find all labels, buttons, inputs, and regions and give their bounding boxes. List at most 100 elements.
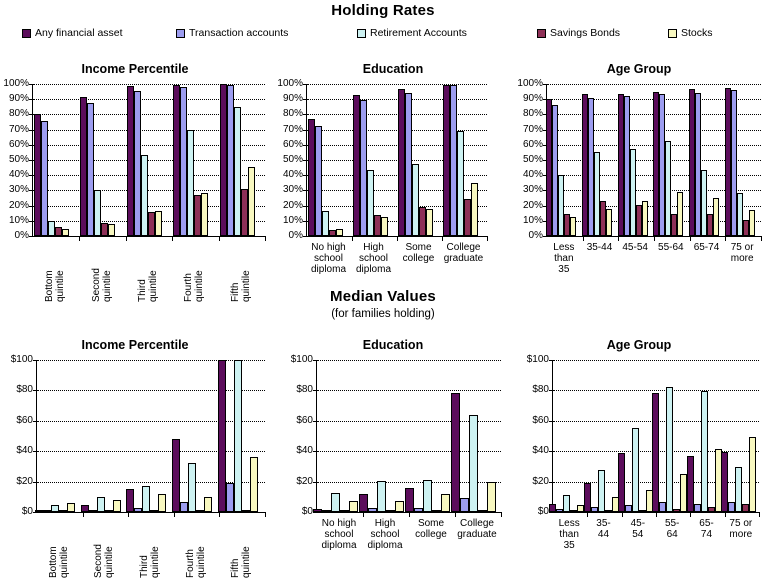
x-axis-tick-mark [172, 236, 174, 241]
bar [188, 463, 197, 512]
bar [373, 214, 381, 236]
y-axis-tick-label: $40 [296, 445, 313, 457]
bar [477, 510, 487, 512]
x-axis-tick-mark [654, 236, 655, 241]
bar [394, 501, 404, 512]
bar [366, 170, 374, 236]
y-tick-mark [303, 220, 307, 222]
y-tick-mark [543, 236, 547, 237]
y-axis-tick-label: $0 [301, 506, 313, 517]
x-axis-category-label: 55- 64 [664, 518, 680, 540]
y-tick-mark [303, 84, 307, 85]
bar [404, 92, 412, 236]
bar [225, 482, 234, 512]
bar [359, 100, 367, 236]
y-axis-tick-label: 10% [282, 214, 303, 226]
bar [87, 103, 95, 236]
bar [556, 508, 564, 512]
bar [486, 481, 496, 512]
chart-holding-rates-income-percentile: Income Percentile 0% 10% 20% 30% 40% 50% 60% 70%… [0, 62, 270, 302]
median-values-subtitle: (for families holding) [331, 308, 435, 320]
bar [233, 106, 241, 236]
chart-title: Income Percentile [81, 338, 189, 352]
y-tick-mark [543, 84, 547, 85]
x-axis-category-label: Second quintile [93, 544, 116, 578]
bar [94, 190, 102, 236]
bar [712, 197, 719, 236]
y-axis-tick-label: 20% [8, 199, 29, 211]
bar [142, 485, 151, 512]
bar [35, 510, 44, 512]
y-axis-tick-label: $80 [16, 384, 33, 396]
x-axis-tick-mark [618, 236, 620, 241]
bar [450, 393, 460, 512]
y-tick-mark [33, 481, 37, 483]
bar [180, 86, 188, 236]
legend-item-2: Retirement Accounts [357, 28, 467, 39]
bar [741, 504, 749, 512]
bar [112, 499, 121, 512]
y-tick-mark [549, 420, 553, 422]
x-axis-category-label: 75 or more [730, 242, 754, 264]
bar [204, 496, 213, 512]
x-axis-category-label: Bottom quintile [47, 546, 70, 578]
x-axis-end-tick-mark [265, 512, 266, 517]
x-axis-category-label: Fourth quintile [184, 546, 207, 578]
bar [677, 191, 684, 236]
y-axis-tick-label: 80% [522, 108, 543, 120]
bar [59, 510, 68, 512]
y-tick-mark [303, 236, 307, 237]
chart-median-values-income-percentile: Income Percentile $0 $20 $40 $60 $80 $100 Botto… [0, 338, 270, 578]
y-axis-tick-label: 50% [8, 154, 29, 165]
bar [172, 438, 181, 512]
bar [659, 502, 667, 512]
plot-area: $0 $20 $40 $60 $80 $100 [527, 355, 760, 517]
bar [597, 469, 605, 512]
bar [307, 118, 315, 236]
y-tick-mark [29, 160, 33, 161]
y-tick-mark [313, 360, 317, 361]
holding-rates-title: Holding Rates [331, 2, 435, 19]
bar [570, 216, 577, 236]
y-axis-tick-label: $100 [526, 354, 549, 365]
y-axis-tick-label: $80 [296, 384, 313, 396]
x-axis-end-tick-mark [487, 236, 488, 241]
y-tick-mark [303, 175, 307, 177]
y-axis-tick-label: 70% [8, 123, 29, 135]
x-axis-tick-mark [455, 512, 456, 517]
bar [96, 496, 105, 512]
bar [734, 466, 742, 512]
bar [134, 508, 143, 512]
bar [147, 212, 155, 236]
x-axis-tick-mark [219, 512, 221, 517]
y-tick-mark [313, 390, 317, 392]
y-axis-tick-label: 70% [282, 123, 303, 135]
gridline [317, 360, 501, 361]
legend: Any financial asset Transaction accounts R… [0, 28, 766, 42]
bar [583, 482, 591, 512]
x-axis-tick-mark [690, 512, 692, 517]
bar [707, 507, 715, 512]
x-axis-tick-mark [352, 236, 353, 241]
bar [468, 414, 478, 512]
bar [358, 494, 368, 512]
bar [226, 84, 234, 236]
x-axis-category-label: Less than 35 [553, 242, 575, 275]
chart-title: Age Group [606, 338, 672, 352]
y-axis-tick-label: 80% [8, 108, 29, 120]
x-axis-tick-mark [82, 512, 84, 517]
y-tick-mark [29, 190, 33, 192]
y-tick-mark [303, 144, 307, 146]
x-axis-tick-mark [409, 512, 410, 517]
bar [241, 510, 250, 512]
x-axis-category-label: 55-64 [658, 242, 684, 253]
y-axis-tick-label: $60 [296, 414, 313, 426]
plot-area: 0% 10% 20% 30% 40% 50% 60% 70% 80% 90% 100% [277, 79, 488, 241]
gridline [317, 390, 501, 392]
chart-holding-rates-age-group: Age Group 0% 10% 20% 30% 40% 50% 60% 70% 80% 90% 10… [512, 62, 766, 292]
bar [638, 510, 646, 512]
bar [67, 503, 76, 512]
y-axis-tick-label: $80 [532, 384, 549, 396]
bar [590, 506, 598, 512]
y-tick-mark [303, 160, 307, 161]
